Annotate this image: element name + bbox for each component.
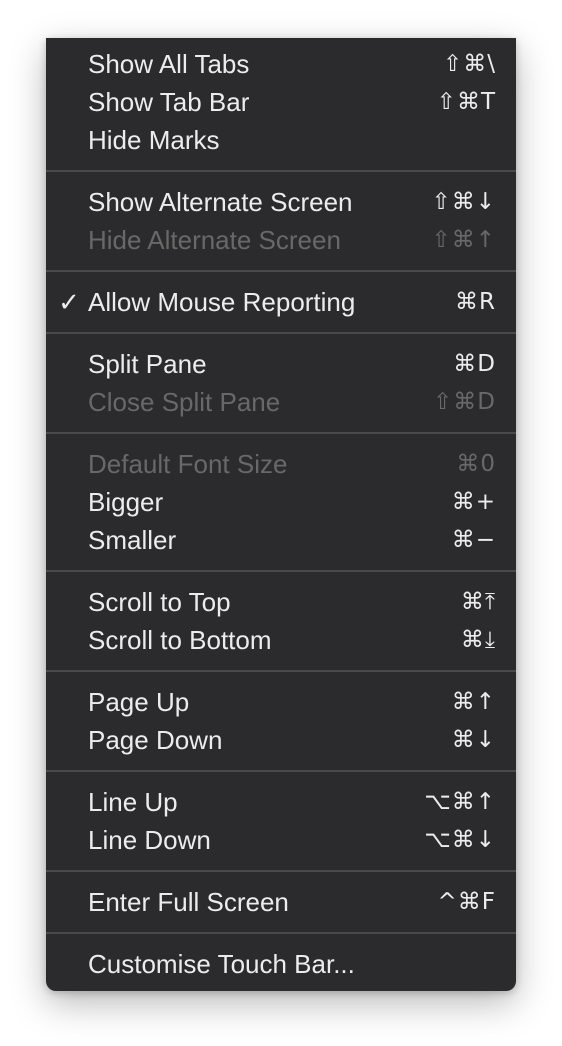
menu-item-show-tab-bar[interactable]: Show Tab Bar ⇧⌘T <box>46 83 516 121</box>
menu-item-default-font-size: Default Font Size ⌘0 <box>46 445 516 483</box>
menu-item-hide-alternate-screen: Hide Alternate Screen ⇧⌘↑ <box>46 221 516 259</box>
menu-item-show-all-tabs[interactable]: Show All Tabs ⇧⌘\ <box>46 45 516 83</box>
menu-item-label: Default Font Size <box>88 449 288 479</box>
menu-item-shortcut: ⌘+ <box>451 489 496 515</box>
menu-item-shortcut: ⌘0 <box>456 451 496 477</box>
menu-item-label: Smaller <box>88 525 177 555</box>
menu-item-shortcut: ⇧⌘↓ <box>431 189 496 215</box>
menu-item-shortcut: ⌘− <box>451 527 496 553</box>
menu-item-line-down[interactable]: Line Down ⌥⌘↓ <box>46 821 516 859</box>
menu-item-label: Scroll to Bottom <box>88 625 272 655</box>
menu-item-page-down[interactable]: Page Down ⌘↓ <box>46 721 516 759</box>
menu-item-label: Enter Full Screen <box>88 887 289 917</box>
menu-item-smaller[interactable]: Smaller ⌘− <box>46 521 516 559</box>
menu-item-label: Split Pane <box>88 349 207 379</box>
menu-item-label: Line Down <box>88 825 211 855</box>
menu-item-shortcut: ⌘D <box>453 351 496 377</box>
checkmark-icon: ✓ <box>58 287 80 317</box>
menu-item-page-up[interactable]: Page Up ⌘↑ <box>46 683 516 721</box>
menu-item-shortcut: ⌘⤒ <box>460 589 496 615</box>
menu-item-scroll-to-bottom[interactable]: Scroll to Bottom ⌘⤓ <box>46 621 516 659</box>
menu-separator <box>46 659 516 683</box>
menu-item-shortcut: ^⌘F <box>437 889 496 915</box>
menu-item-label: Hide Alternate Screen <box>88 225 341 255</box>
menu-separator <box>46 921 516 945</box>
menu-item-label: Show Alternate Screen <box>88 187 353 217</box>
menu-separator <box>46 559 516 583</box>
menu-item-label: Page Up <box>88 687 190 717</box>
menu-separator <box>46 259 516 283</box>
menu-item-label: Line Up <box>88 787 178 817</box>
menu-item-shortcut: ⌥⌘↑ <box>424 789 496 815</box>
menu-item-label: Show Tab Bar <box>88 87 250 117</box>
menu-item-label: Page Down <box>88 725 223 755</box>
menu-item-split-pane[interactable]: Split Pane ⌘D <box>46 345 516 383</box>
menu-item-hide-marks[interactable]: Hide Marks <box>46 121 516 159</box>
menu-item-label: Show All Tabs <box>88 49 250 79</box>
menu-item-scroll-to-top[interactable]: Scroll to Top ⌘⤒ <box>46 583 516 621</box>
menu-separator <box>46 859 516 883</box>
menu-separator <box>46 321 516 345</box>
menu-item-shortcut: ⇧⌘↑ <box>431 227 496 253</box>
view-menu: Show All Tabs ⇧⌘\ Show Tab Bar ⇧⌘T Hide … <box>46 38 516 991</box>
menu-item-label: Close Split Pane <box>88 387 281 417</box>
menu-item-close-split-pane: Close Split Pane ⇧⌘D <box>46 383 516 421</box>
menu-separator <box>46 159 516 183</box>
menu-item-customise-touch-bar[interactable]: Customise Touch Bar... <box>46 945 516 983</box>
menu-separator <box>46 759 516 783</box>
menu-item-shortcut: ⇧⌘\ <box>442 51 496 77</box>
menu-item-label: Hide Marks <box>88 125 220 155</box>
menu-item-allow-mouse-reporting[interactable]: ✓ Allow Mouse Reporting ⌘R <box>46 283 516 321</box>
menu-separator <box>46 421 516 445</box>
menu-item-shortcut: ⇧⌘D <box>433 389 496 415</box>
menu-item-enter-full-screen[interactable]: Enter Full Screen ^⌘F <box>46 883 516 921</box>
menu-item-shortcut: ⌘↓ <box>451 727 496 753</box>
menu-item-label: Customise Touch Bar... <box>88 949 355 979</box>
menu-item-shortcut: ⇧⌘T <box>436 89 496 115</box>
menu-item-label: Scroll to Top <box>88 587 231 617</box>
menu-item-label: Bigger <box>88 487 164 517</box>
menu-item-line-up[interactable]: Line Up ⌥⌘↑ <box>46 783 516 821</box>
menu-item-shortcut: ⌘↑ <box>451 689 496 715</box>
menu-item-show-alternate-screen[interactable]: Show Alternate Screen ⇧⌘↓ <box>46 183 516 221</box>
menu-item-shortcut: ⌘R <box>455 289 496 315</box>
menu-item-label: Allow Mouse Reporting <box>88 287 356 317</box>
menu-item-bigger[interactable]: Bigger ⌘+ <box>46 483 516 521</box>
menu-item-shortcut: ⌥⌘↓ <box>424 827 496 853</box>
menu-item-shortcut: ⌘⤓ <box>460 627 496 653</box>
